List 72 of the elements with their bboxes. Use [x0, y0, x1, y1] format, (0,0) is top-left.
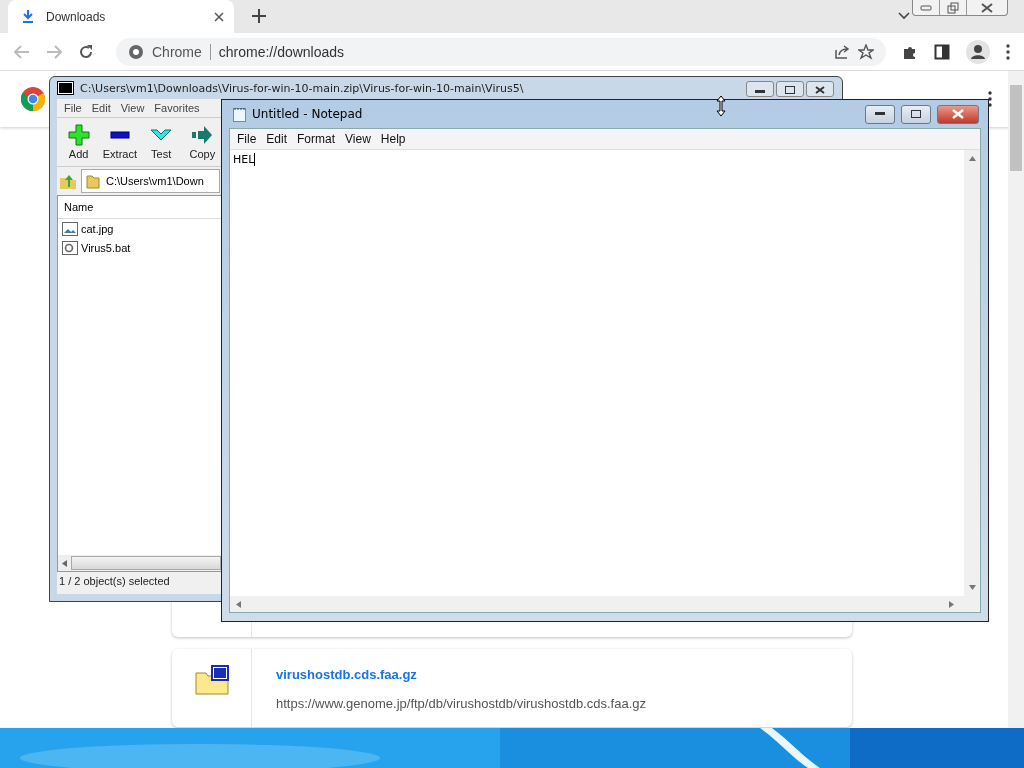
menu-item[interactable]: Edit: [261, 132, 293, 146]
image-file-icon: [62, 221, 78, 236]
side-panel-icon[interactable]: [934, 43, 950, 60]
minimize-button[interactable]: [746, 81, 774, 97]
arrow-icon: [191, 124, 214, 146]
close-icon: [815, 86, 825, 94]
archive-file-icon: [194, 665, 229, 695]
chrome-logo-icon: [21, 87, 45, 111]
menu-item[interactable]: File: [59, 102, 87, 114]
menu-item[interactable]: File: [232, 132, 262, 146]
menu-item[interactable]: Edit: [86, 102, 116, 114]
folder-icon: [86, 173, 100, 189]
path-field[interactable]: C:\Users\vm1\Down: [81, 169, 220, 193]
tab-title: Downloads: [46, 9, 107, 24]
scroll-left-icon[interactable]: [236, 600, 241, 608]
file-url: https://www.genome.jp/ftp/db/virushostdb/virushostdb.cds.faa.gz: [276, 696, 646, 711]
menu-item[interactable]: View: [340, 132, 376, 146]
scroll-right-icon[interactable]: [949, 600, 954, 608]
browser-tab[interactable]: Downloads: [8, 0, 234, 33]
maximize-button[interactable]: [901, 104, 931, 124]
scroll-down-icon[interactable]: [968, 585, 976, 590]
new-tab-icon[interactable]: [252, 9, 266, 23]
app-icon: [57, 81, 74, 95]
scrollbar[interactable]: [1008, 71, 1024, 728]
download-icon: [22, 10, 34, 23]
toolbar-button[interactable]: Test: [141, 124, 181, 160]
file-name-link[interactable]: virushostdb.cds.faa.gz: [276, 667, 646, 682]
maximize-button[interactable]: [776, 81, 804, 97]
toolbar-button[interactable]: Extract: [100, 124, 140, 160]
url-text: chrome://downloads: [218, 43, 345, 60]
tab-search-icon[interactable]: [898, 12, 910, 20]
close-button[interactable]: [937, 104, 979, 124]
close-tab-icon[interactable]: [214, 11, 224, 22]
toolbar-button[interactable]: Add: [59, 124, 99, 160]
address-bar[interactable]: Chrome chrome://downloads: [116, 37, 886, 66]
site-label: Chrome: [152, 43, 202, 60]
column-header[interactable]: Name: [64, 201, 94, 213]
file-name[interactable]: Virus5.bat: [81, 241, 131, 254]
vertical-scrollbar[interactable]: [964, 150, 980, 596]
reload-icon[interactable]: [78, 43, 94, 60]
scroll-up-icon[interactable]: [968, 156, 976, 161]
text-area[interactable]: HEL: [230, 150, 964, 596]
close-button[interactable]: [806, 81, 834, 97]
horizontal-scrollbar[interactable]: [230, 596, 980, 612]
profile-icon[interactable]: [966, 39, 990, 64]
share-icon[interactable]: [834, 43, 850, 60]
close-icon: [952, 109, 964, 119]
maximize-icon: [911, 110, 921, 118]
menu-item[interactable]: View: [115, 102, 150, 114]
file-name[interactable]: cat.jpg: [81, 222, 114, 235]
minimize-button[interactable]: [865, 104, 895, 124]
window-title: C:\Users\vm1\Downloads\Virus-for-win-10-main.zip\Virus-for-win-10-main\Virus5\: [80, 81, 524, 95]
menu-item[interactable]: Format: [292, 132, 341, 146]
notepad-icon: [233, 106, 246, 122]
minimize-icon: [920, 4, 932, 11]
maximize-icon: [785, 86, 795, 94]
toolbar-button[interactable]: Copy: [182, 124, 222, 160]
star-icon[interactable]: [858, 43, 874, 60]
resize-cursor-icon: [716, 95, 726, 117]
close-icon: [981, 2, 993, 13]
menu-item[interactable]: Help: [375, 132, 411, 146]
restore-icon: [947, 1, 959, 14]
window-title: Untitled - Notepad: [252, 107, 363, 121]
menu-icon[interactable]: [1006, 43, 1010, 60]
minimize-icon: [755, 90, 765, 94]
horizontal-scrollbar[interactable]: [58, 555, 221, 571]
plus-icon: [67, 124, 90, 146]
scroll-left-icon[interactable]: [62, 559, 67, 567]
minimize-icon: [875, 112, 885, 116]
status-text: 1 / 2 object(s) selected: [58, 574, 171, 589]
more-icon[interactable]: [988, 91, 992, 107]
menu-item[interactable]: Favorites: [149, 102, 205, 114]
